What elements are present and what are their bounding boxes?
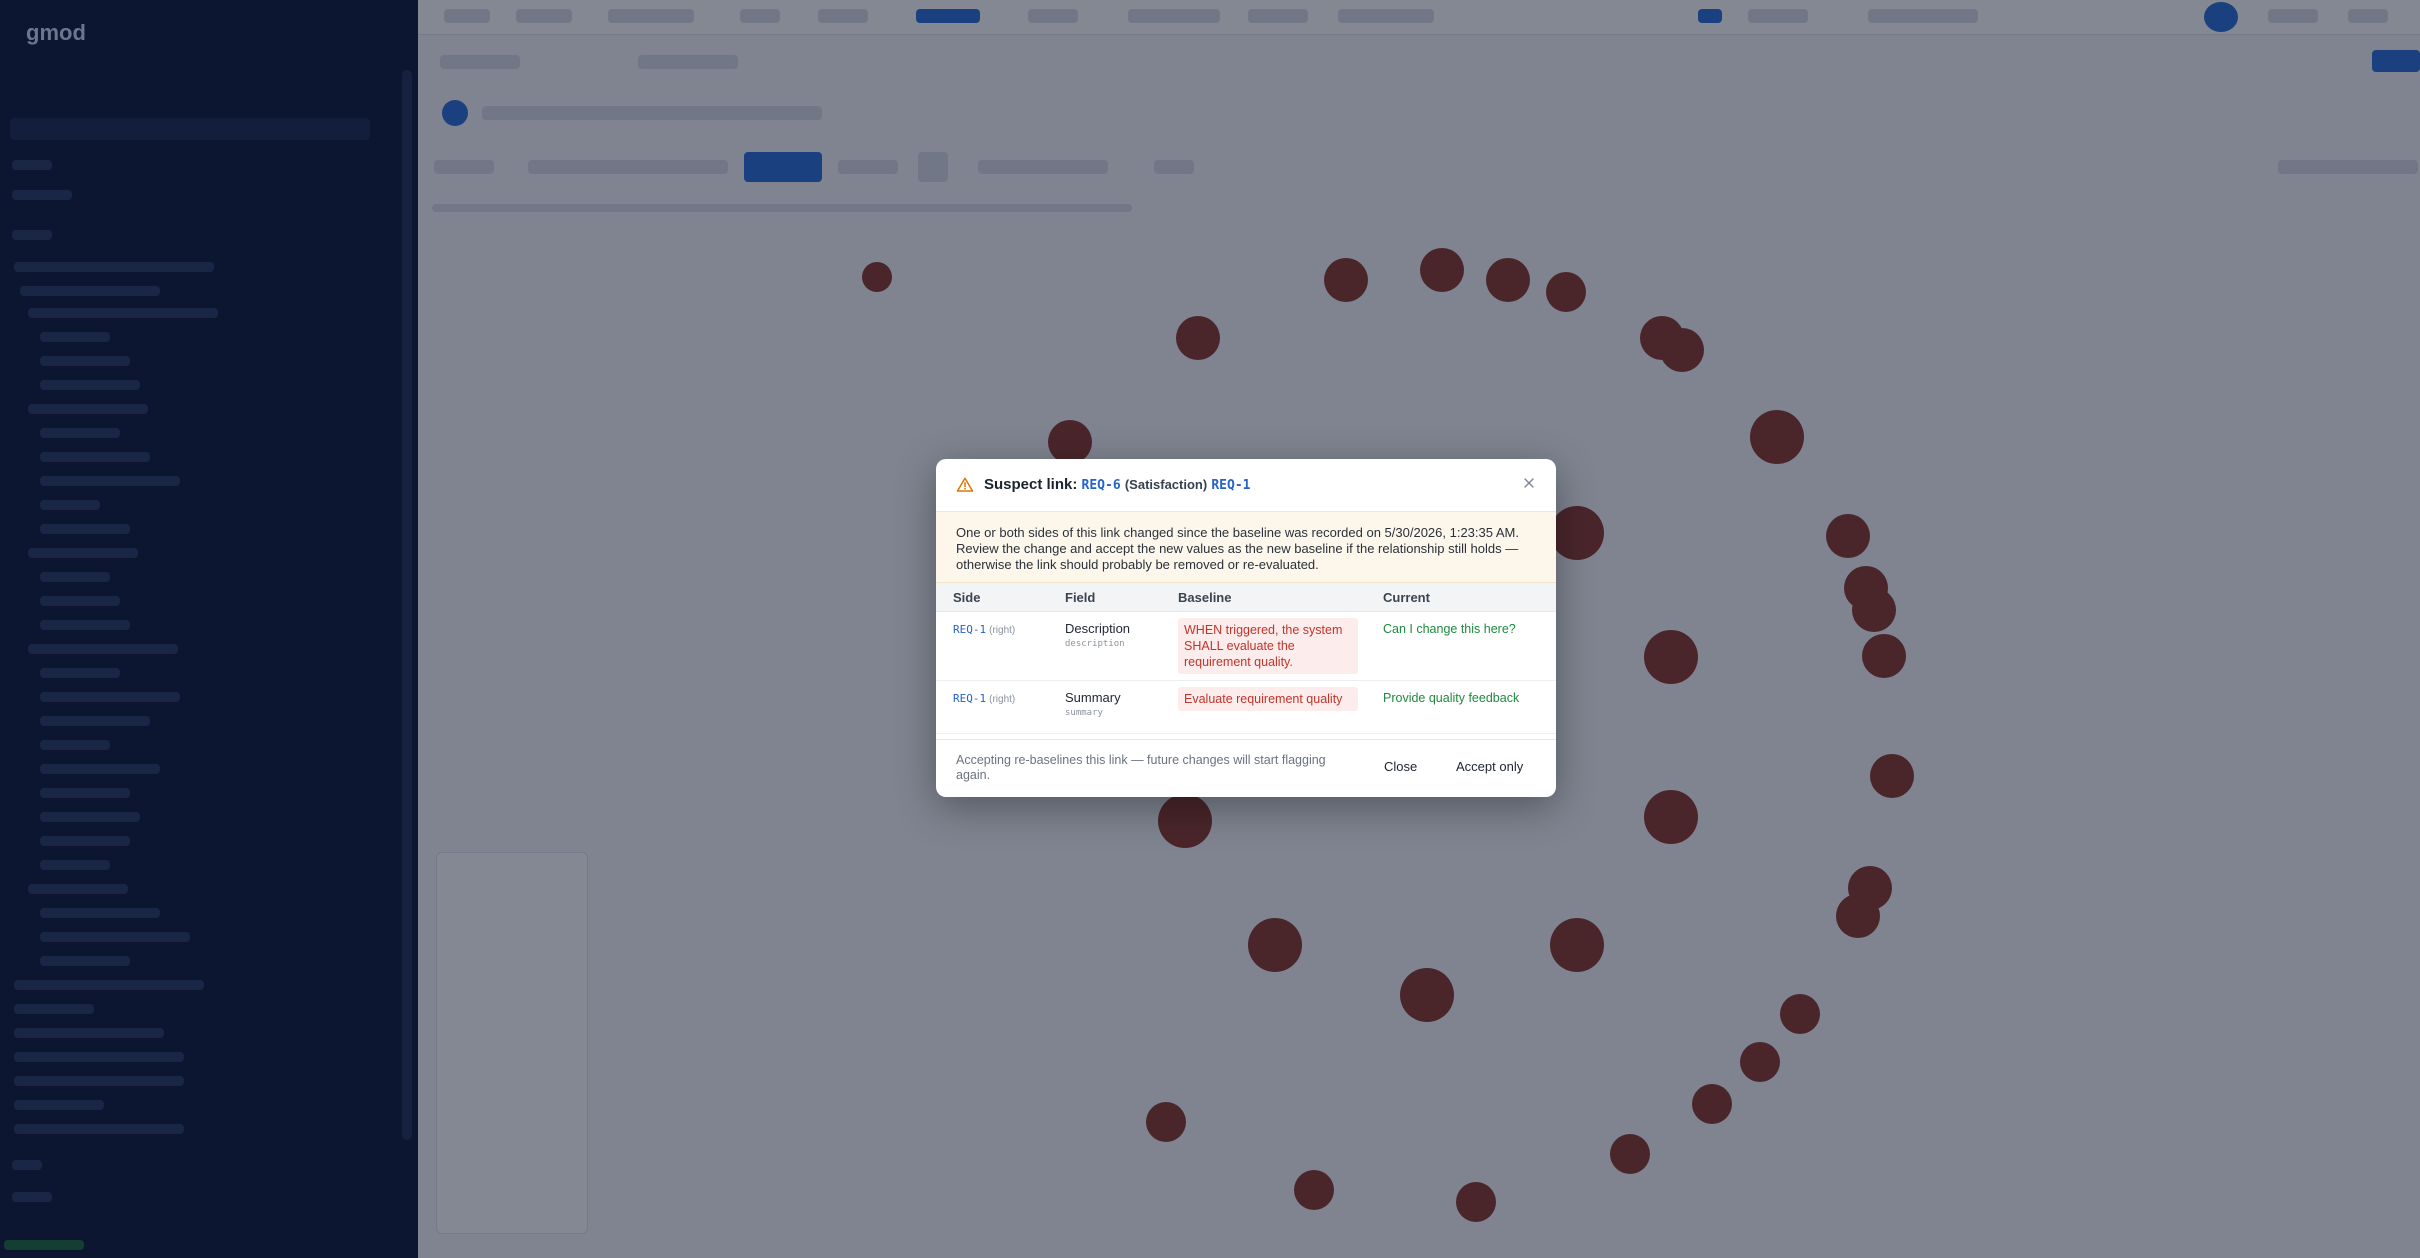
dialog-title-label: Suspect link: xyxy=(984,476,1078,493)
source-req-link[interactable]: REQ-6 xyxy=(1082,478,1121,493)
field-cell: Description description xyxy=(1065,621,1130,649)
column-header-baseline: Baseline xyxy=(1178,590,1232,605)
column-header-side: Side xyxy=(953,590,981,605)
suspect-link-dialog: Suspect link: REQ-6 (Satisfaction) REQ-1… xyxy=(936,459,1556,797)
req-link[interactable]: REQ-1 xyxy=(953,692,986,705)
field-key: description xyxy=(1065,639,1125,649)
changes-table: Side Field Baseline Current REQ-1 (right)… xyxy=(936,583,1556,734)
side-label: (right) xyxy=(989,694,1016,705)
current-value: Can I change this here? xyxy=(1383,622,1516,636)
change-notice: One or both sides of this link changed s… xyxy=(936,512,1556,583)
column-header-current: Current xyxy=(1383,590,1430,605)
dialog-header: Suspect link: REQ-6 (Satisfaction) REQ-1 xyxy=(936,459,1556,512)
dialog-title: Suspect link: REQ-6 (Satisfaction) REQ-1 xyxy=(984,476,1251,493)
warning-triangle-icon xyxy=(956,477,974,492)
baseline-value: Evaluate requirement quality xyxy=(1178,687,1358,711)
notice-text: One or both sides of this link changed s… xyxy=(956,525,1538,573)
req-link[interactable]: REQ-1 xyxy=(953,623,986,636)
close-icon[interactable] xyxy=(1520,475,1538,493)
relation-type: (Satisfaction) xyxy=(1124,477,1208,492)
baseline-value: WHEN triggered, the system SHALL evaluat… xyxy=(1178,618,1358,674)
target-req-link[interactable]: REQ-1 xyxy=(1211,478,1250,493)
field-key: summary xyxy=(1065,708,1103,718)
side-cell: REQ-1 (right) xyxy=(953,691,1015,705)
table-header: Side Field Baseline Current xyxy=(936,583,1556,612)
field-cell: Summary summary xyxy=(1065,690,1121,718)
field-name: Summary xyxy=(1065,690,1121,705)
accept-only-button[interactable]: Accept only xyxy=(1448,755,1531,779)
dialog-footer: Accepting re-baselines this link — futur… xyxy=(936,739,1556,797)
side-cell: REQ-1 (right) xyxy=(953,622,1015,636)
notice-text-before: One or both sides of this link changed s… xyxy=(956,525,1385,540)
current-value: Provide quality feedback xyxy=(1383,691,1520,705)
footer-note: Accepting re-baselines this link — futur… xyxy=(956,753,1326,782)
baseline-timestamp: 5/30/2026, 1:23:35 AM xyxy=(1384,525,1516,540)
table-row: REQ-1 (right) Description description WHE… xyxy=(936,612,1556,681)
column-header-field: Field xyxy=(1065,590,1096,605)
side-label: (right) xyxy=(989,625,1016,636)
close-icon-glyph xyxy=(1524,478,1534,488)
close-button[interactable]: Close xyxy=(1376,755,1425,779)
table-row: REQ-1 (right) Summary summary Evaluate re… xyxy=(936,681,1556,734)
app-root: gmod xyxy=(0,0,2420,1258)
field-name: Description xyxy=(1065,621,1131,636)
